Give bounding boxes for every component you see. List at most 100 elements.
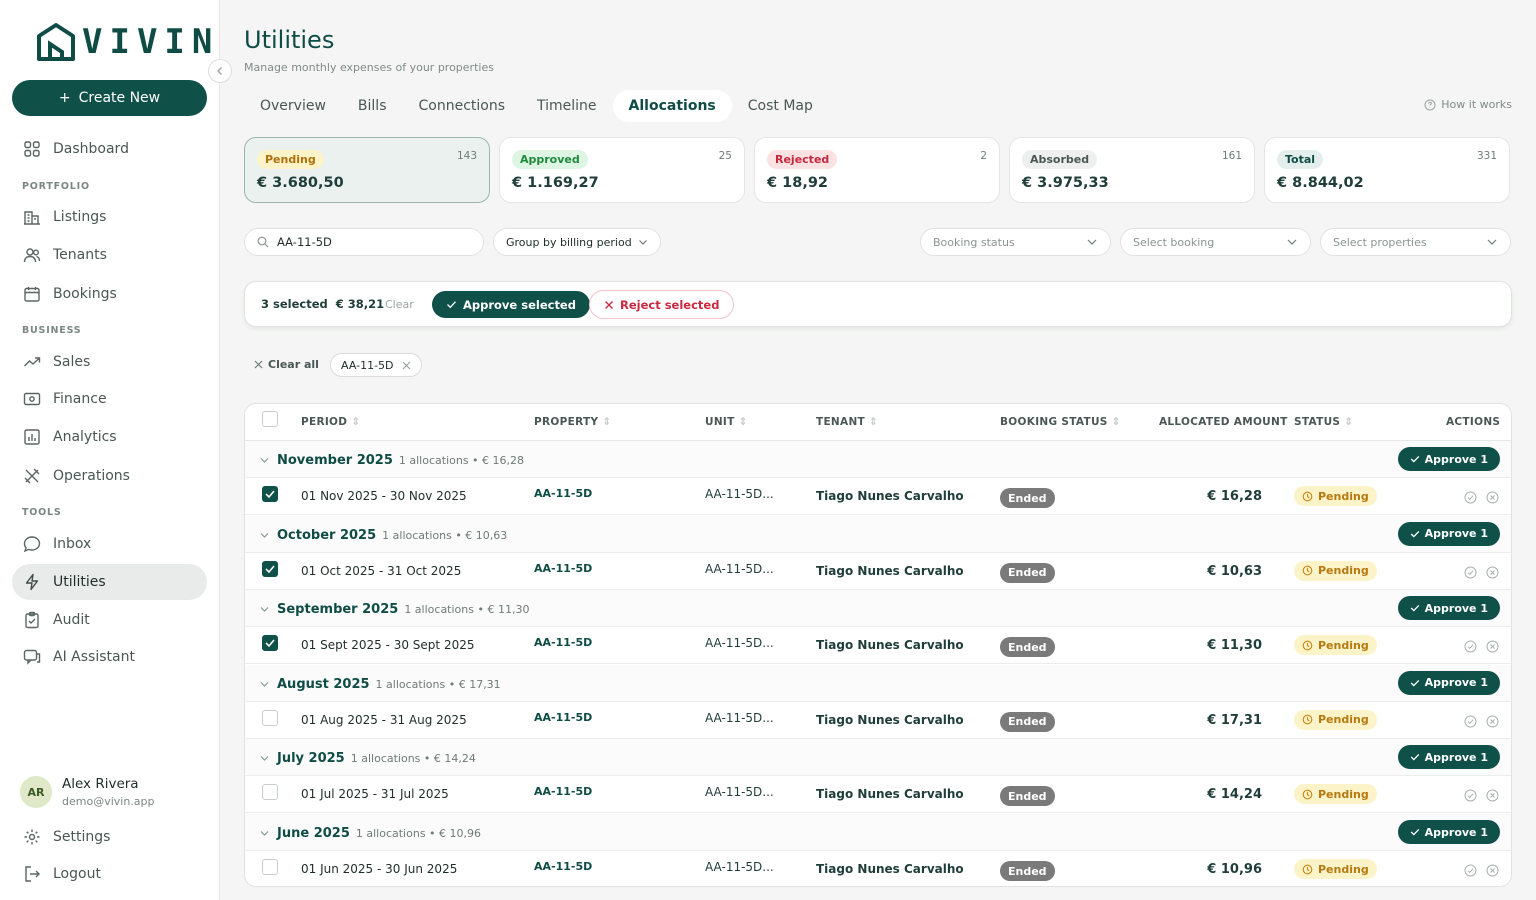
sidebar-item-audit[interactable]: Audit — [12, 602, 207, 638]
row-checkbox[interactable] — [262, 709, 278, 726]
tenant-link[interactable]: Tiago Nunes Carvalho — [816, 564, 964, 578]
reject-row-icon[interactable] — [1486, 789, 1499, 802]
sidebar-item-dashboard[interactable]: Dashboard — [12, 131, 207, 167]
search-box[interactable] — [244, 228, 484, 256]
group-header-row[interactable]: July 2025 1 allocations • € 14,24 Approve… — [245, 739, 1511, 777]
reject-selected-button[interactable]: Reject selected — [589, 290, 735, 319]
reject-row-icon[interactable] — [1486, 491, 1499, 504]
sidebar-item-ai-assistant[interactable]: AI Assistant — [12, 639, 207, 675]
user-profile[interactable]: AR Alex Rivera demo@vivin.app — [20, 776, 155, 808]
chevron-down-icon[interactable] — [259, 530, 270, 541]
sidebar-item-settings[interactable]: Settings — [12, 819, 207, 855]
sidebar-item-sales[interactable]: Sales — [12, 344, 207, 380]
properties-select[interactable]: Select properties — [1320, 228, 1511, 256]
tenant-link[interactable]: Tiago Nunes Carvalho — [816, 787, 964, 801]
approve-group-button[interactable]: Approve 1 — [1397, 596, 1500, 621]
tab-overview[interactable]: Overview — [244, 90, 342, 122]
property-link[interactable]: AA-11-5D — [534, 562, 592, 575]
table-row[interactable]: 01 Nov 2025 - 30 Nov 2025 AA-11-5D AA-11… — [245, 478, 1511, 515]
approve-row-icon[interactable] — [1464, 715, 1477, 728]
chevron-down-icon[interactable] — [259, 604, 270, 615]
approve-row-icon[interactable] — [1464, 864, 1477, 877]
sidebar-item-bookings[interactable]: Bookings — [12, 276, 207, 312]
table-row[interactable]: 01 Oct 2025 - 31 Oct 2025 AA-11-5D AA-11… — [245, 553, 1511, 590]
column-header-unit[interactable]: UNIT ⇕ — [705, 416, 748, 428]
card-approved[interactable]: Approved 25 € 1.169,27 — [499, 137, 745, 203]
approve-selected-button[interactable]: Approve selected — [432, 291, 590, 318]
table-row[interactable]: 01 Jun 2025 - 30 Jun 2025 AA-11-5D AA-11… — [245, 851, 1511, 886]
tenant-link[interactable]: Tiago Nunes Carvalho — [816, 638, 964, 652]
table-row[interactable]: 01 Sept 2025 - 30 Sept 2025 AA-11-5D AA-… — [245, 627, 1511, 665]
tab-connections[interactable]: Connections — [403, 90, 522, 122]
group-header-row[interactable]: October 2025 1 allocations • € 10,63 Appr… — [245, 515, 1511, 553]
column-header-period[interactable]: PERIOD ⇕ — [301, 416, 360, 428]
column-header-property[interactable]: PROPERTY ⇕ — [534, 416, 611, 428]
property-link[interactable]: AA-11-5D — [534, 860, 592, 873]
row-checkbox[interactable] — [262, 784, 278, 801]
property-link[interactable]: AA-11-5D — [534, 785, 592, 798]
group-header-row[interactable]: September 2025 1 allocations • € 11,30 Ap… — [245, 590, 1511, 628]
chevron-down-icon[interactable] — [259, 679, 270, 690]
approve-row-icon[interactable] — [1464, 640, 1477, 653]
column-header-status[interactable]: STATUS ⇕ — [1294, 416, 1353, 428]
tab-bills[interactable]: Bills — [342, 90, 403, 122]
reject-row-icon[interactable] — [1486, 864, 1499, 877]
approve-row-icon[interactable] — [1464, 566, 1477, 579]
column-header-tenant[interactable]: TENANT ⇕ — [816, 416, 878, 428]
tenant-link[interactable]: Tiago Nunes Carvalho — [816, 862, 964, 876]
booking-status-select[interactable]: Booking status — [920, 228, 1111, 256]
how-it-works-link[interactable]: How it works — [1424, 98, 1512, 111]
approve-group-button[interactable]: Approve 1 — [1397, 745, 1500, 770]
property-link[interactable]: AA-11-5D — [534, 636, 592, 649]
tenant-link[interactable]: Tiago Nunes Carvalho — [816, 489, 964, 503]
close-icon[interactable] — [402, 361, 411, 370]
approve-row-icon[interactable] — [1464, 789, 1477, 802]
group-header-row[interactable]: August 2025 1 allocations • € 17,31 Appro… — [245, 664, 1511, 702]
card-total[interactable]: Total 331 € 8.844,02 — [1264, 137, 1510, 203]
column-header-booking-status[interactable]: BOOKING STATUS ⇕ — [1000, 416, 1121, 428]
clear-selection-link[interactable]: Clear — [385, 298, 414, 311]
reject-row-icon[interactable] — [1486, 640, 1499, 653]
row-checkbox[interactable] — [262, 859, 278, 875]
tab-timeline[interactable]: Timeline — [521, 90, 613, 122]
approve-group-button[interactable]: Approve 1 — [1397, 447, 1500, 471]
reject-row-icon[interactable] — [1486, 715, 1499, 728]
sidebar-item-inbox[interactable]: Inbox — [12, 526, 207, 562]
search-input[interactable] — [277, 235, 467, 249]
tab-allocations[interactable]: Allocations — [612, 90, 732, 122]
card-absorbed[interactable]: Absorbed 161 € 3.975,33 — [1009, 137, 1255, 203]
card-pending[interactable]: Pending 143 € 3.680,50 — [244, 137, 490, 203]
approve-group-button[interactable]: Approve 1 — [1397, 820, 1500, 844]
chevron-down-icon[interactable] — [259, 828, 270, 839]
tenant-link[interactable]: Tiago Nunes Carvalho — [816, 713, 964, 727]
chevron-down-icon[interactable] — [259, 455, 270, 466]
table-row[interactable]: 01 Aug 2025 - 31 Aug 2025 AA-11-5D AA-11… — [245, 702, 1511, 739]
approve-group-button[interactable]: Approve 1 — [1397, 521, 1500, 546]
group-header-row[interactable]: November 2025 1 allocations • € 16,28 App… — [245, 441, 1511, 478]
row-checkbox[interactable] — [262, 560, 278, 577]
row-checkbox[interactable] — [262, 486, 278, 502]
property-link[interactable]: AA-11-5D — [534, 487, 592, 500]
row-checkbox[interactable] — [262, 635, 278, 652]
approve-row-icon[interactable] — [1464, 491, 1477, 504]
booking-select[interactable]: Select booking — [1120, 228, 1311, 256]
sidebar-item-operations[interactable]: Operations — [12, 458, 207, 494]
sidebar-collapse-button[interactable] — [208, 59, 232, 83]
clear-all-filters-button[interactable]: Clear all — [254, 358, 319, 371]
approve-group-button[interactable]: Approve 1 — [1397, 670, 1500, 695]
sidebar-item-listings[interactable]: Listings — [12, 199, 207, 235]
sidebar-item-logout[interactable]: Logout — [12, 856, 207, 892]
tab-cost-map[interactable]: Cost Map — [732, 90, 829, 122]
sidebar-item-analytics[interactable]: Analytics — [12, 419, 207, 455]
reject-row-icon[interactable] — [1486, 566, 1499, 579]
group-by-select[interactable]: Group by billing period — [493, 228, 661, 256]
sidebar-item-tenants[interactable]: Tenants — [12, 237, 207, 273]
group-header-row[interactable]: June 2025 1 allocations • € 10,96 Approve… — [245, 814, 1511, 851]
table-row[interactable]: 01 Jul 2025 - 31 Jul 2025 AA-11-5D AA-11… — [245, 776, 1511, 814]
sidebar-item-utilities[interactable]: Utilities — [12, 564, 207, 600]
create-new-button[interactable]: + Create New — [12, 80, 207, 116]
brand-logo[interactable]: VIVIN — [36, 22, 219, 62]
filter-chip[interactable]: AA-11-5D — [330, 353, 422, 377]
chevron-down-icon[interactable] — [259, 753, 270, 764]
select-all-checkbox[interactable] — [262, 411, 278, 427]
